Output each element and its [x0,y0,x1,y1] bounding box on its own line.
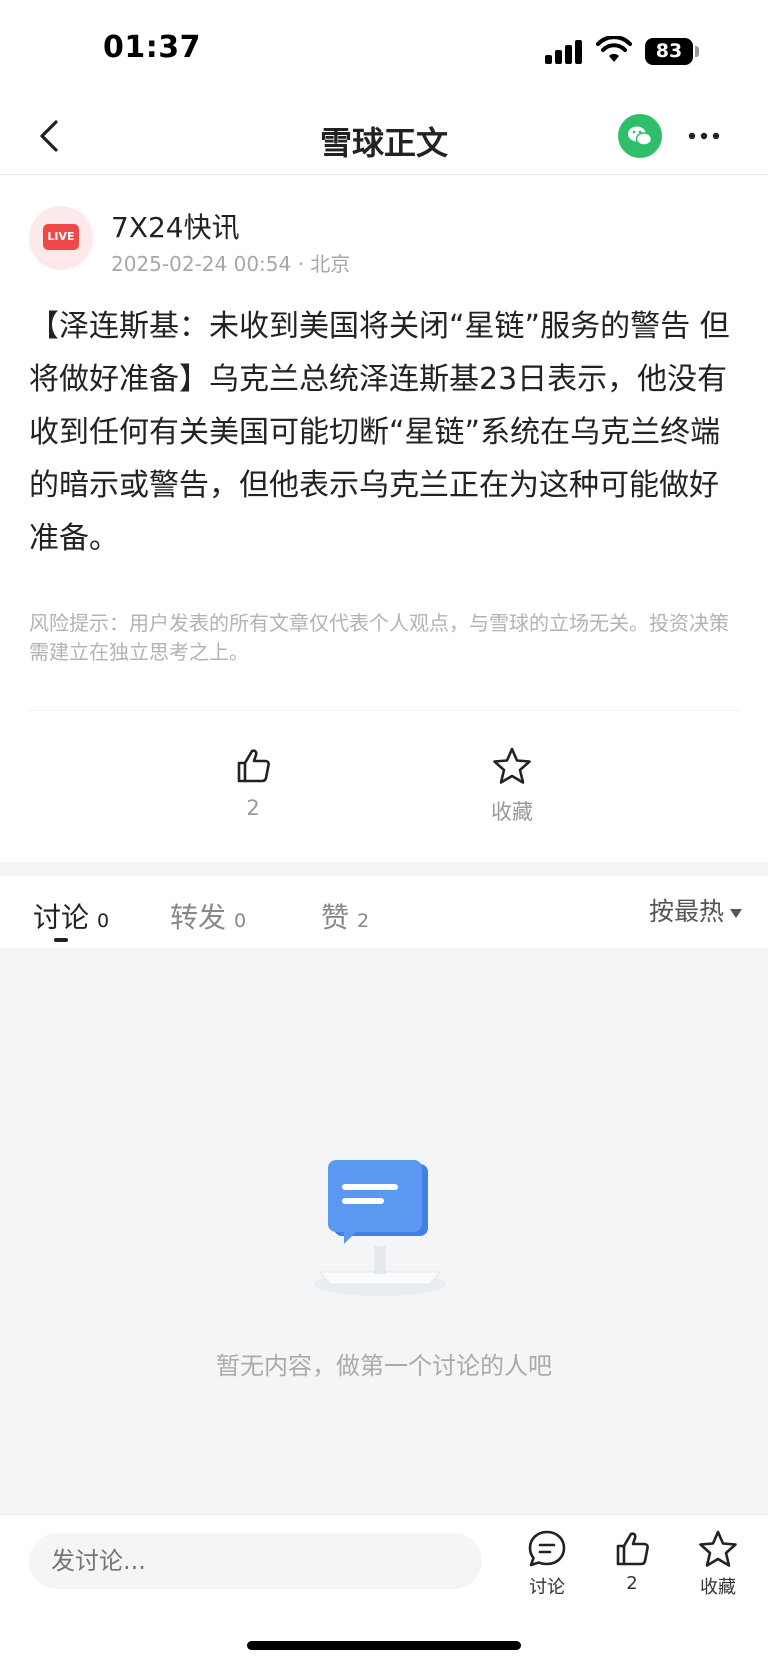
post-content: 【泽连斯基：未收到美国将关闭“星链”服务的警告 但将做好准备】乌克兰总统泽连斯基… [29,309,730,556]
wechat-share-icon[interactable] [618,114,662,158]
bottom-favorite-button[interactable]: 收藏 [683,1529,753,1599]
empty-comment-illustration [314,1160,446,1296]
more-options-icon[interactable] [686,124,722,148]
comment-tabs: 讨论 0 转发 0 赞2 按最热 [0,876,768,948]
like-button[interactable]: 2 [213,746,293,820]
tab-discussion[interactable]: 讨论 0 [33,896,109,936]
discuss-button[interactable]: 讨论 [512,1529,582,1599]
tab-label: 讨论 [33,901,90,934]
star-icon [493,747,531,784]
active-tab-indicator [54,938,68,942]
live-badge: LIVE [43,224,79,250]
star-icon [699,1530,737,1567]
tab-likes[interactable]: 赞2 [321,896,369,936]
divider [29,710,739,711]
thumbs-up-icon [237,749,270,783]
tab-count: 0 [97,910,110,932]
like-count: 2 [246,796,260,820]
bottom-like-count: 2 [626,1573,638,1594]
empty-state-text: 暂无内容，做第一个讨论的人吧 [216,1352,552,1380]
tab-label: 赞 [321,901,350,934]
sort-dropdown[interactable]: 按最热 [649,892,742,928]
favorite-button[interactable]: 收藏 [472,746,552,826]
tab-count: 0 [234,910,247,932]
empty-state: 暂无内容，做第一个讨论的人吧 [0,948,768,1514]
risk-notice: 风险提示：用户发表的所有文章仅代表个人观点，与雪球的立场无关。投资决策需建立在独… [29,611,729,664]
post-meta: 2025-02-24 00:54 · 北京 [111,252,351,276]
bottom-bar: 讨论 2 收藏 [0,1514,768,1665]
status-time: 01:37 [103,30,201,65]
comment-icon [528,1530,566,1567]
author-name[interactable]: 7X24快讯 [111,206,240,246]
author-avatar[interactable]: LIVE [29,206,93,270]
nav-bar: 雪球正文 [0,100,768,175]
battery-icon: 83 [645,38,699,65]
tab-repost[interactable]: 转发 0 [170,896,246,936]
battery-level: 83 [645,38,693,65]
wifi-icon [596,36,632,62]
caret-down-icon [730,908,742,918]
sort-label: 按最热 [648,897,724,926]
bottom-like-button[interactable]: 2 [597,1529,667,1594]
favorite-label: 收藏 [491,800,533,824]
thumbs-up-icon [616,1532,649,1566]
tab-label: 转发 [170,901,227,934]
bottom-favorite-label: 收藏 [700,1577,736,1598]
comment-input[interactable] [29,1533,482,1589]
status-bar: 01:37 83 [0,0,768,100]
tab-count: 2 [357,910,370,932]
home-indicator [247,1641,521,1650]
section-gap [0,862,768,876]
discuss-label: 讨论 [529,1577,565,1598]
cellular-signal-icon [545,40,585,64]
